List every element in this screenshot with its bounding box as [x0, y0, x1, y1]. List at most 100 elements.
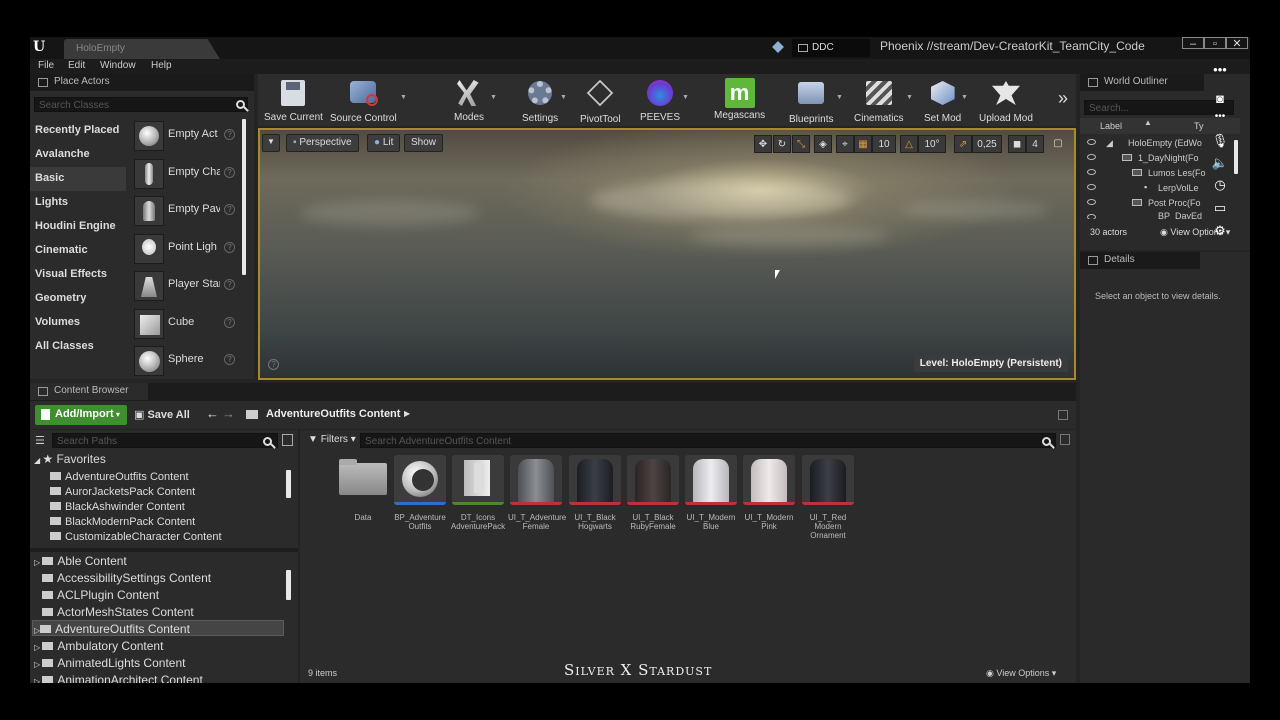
content-folder[interactable]: ▷ AnimationArchitect Content	[34, 673, 203, 683]
content-folder[interactable]: ACLPlugin Content	[42, 588, 159, 602]
chevron-down-icon[interactable]: ▼	[400, 94, 407, 101]
favorite-folder[interactable]: BlackModernPack Content	[50, 516, 195, 528]
place-actors-header[interactable]: Place Actors	[30, 74, 254, 91]
help-icon[interactable]: ?	[268, 359, 279, 370]
scale-snap-icon[interactable]: ⇗	[954, 135, 972, 153]
asset-tile-texture[interactable]: UI_T_Black Hogwarts	[569, 455, 621, 531]
speaker-icon[interactable]: 🔈	[1210, 155, 1230, 171]
help-icon[interactable]: ?	[224, 129, 235, 140]
category-visual-effects[interactable]: Visual Effects	[30, 263, 126, 287]
camera-icon[interactable]: ◙	[1210, 91, 1230, 107]
menu-file[interactable]: File	[38, 60, 54, 71]
favorite-folder[interactable]: AurorJacketsPack Content	[50, 486, 195, 498]
blueprints-button[interactable]: Blueprints	[789, 78, 833, 125]
content-folder-selected[interactable]: ▷ AdventureOutfits Content	[34, 622, 190, 636]
microphone-icon[interactable]: 🎙	[1210, 133, 1230, 149]
ddc-indicator[interactable]: DDC	[792, 39, 870, 57]
type-column-header[interactable]: Ty	[1194, 121, 1204, 131]
visibility-eye-icon[interactable]	[1087, 199, 1096, 205]
help-icon[interactable]: ?	[224, 354, 235, 365]
category-all-classes[interactable]: All Classes	[30, 335, 126, 359]
content-folder[interactable]: ▷ Able Content	[34, 554, 127, 568]
add-import-button[interactable]: Add/Import ▾	[35, 405, 127, 425]
expand-arrow-icon[interactable]: ◢	[1106, 138, 1113, 149]
sources-toggle-icon[interactable]: ☰	[35, 434, 45, 447]
source-control-icon[interactable]	[772, 41, 784, 53]
grid-snap-value[interactable]: 10	[872, 135, 896, 153]
actor-player-start[interactable]: Player Star ?	[130, 267, 240, 303]
viewport-options-button[interactable]: ▼	[262, 134, 280, 152]
content-folder[interactable]: ▷ AnimatedLights Content	[34, 656, 185, 670]
category-lights[interactable]: Lights	[30, 191, 126, 215]
upload-mod-button[interactable]: Upload Mod	[979, 78, 1033, 124]
visibility-eye-icon[interactable]	[1087, 184, 1096, 190]
save-all-button[interactable]: ▣ Save All	[134, 408, 190, 421]
maximize-viewport-icon[interactable]: ▢	[1050, 135, 1066, 153]
favorite-folder[interactable]: BlackAshwinder Content	[50, 501, 185, 513]
cinematics-button[interactable]: Cinematics	[854, 78, 903, 124]
visibility-eye-icon[interactable]	[1087, 139, 1096, 145]
category-basic[interactable]: Basic	[30, 167, 126, 191]
camera-speed-value[interactable]: 4	[1026, 135, 1044, 153]
asset-tile-datatable[interactable]: DT_Icons AdventurePack	[451, 455, 505, 531]
chevron-down-icon[interactable]: ▼	[906, 94, 913, 101]
world-local-icon[interactable]: ◈	[814, 135, 832, 153]
asset-tile-texture[interactable]: UI_T_Black RubyFemale	[627, 455, 679, 531]
actor-empty-pawn[interactable]: Empty Pav ?	[130, 192, 240, 228]
content-folder[interactable]: ActorMeshStates Content	[42, 605, 194, 619]
timer-icon[interactable]: ◷	[1210, 177, 1230, 193]
actor-empty-actor[interactable]: Empty Act ?	[130, 117, 240, 153]
save-search-icon[interactable]	[1060, 434, 1070, 445]
close-icon[interactable]: ✕	[1226, 37, 1248, 50]
chevron-down-icon[interactable]: ▼	[560, 94, 567, 101]
level-tab[interactable]: HoloEmpty	[64, 39, 220, 59]
modes-button[interactable]: Modes	[454, 78, 484, 123]
peeves-button[interactable]: PEEVES	[640, 78, 680, 123]
category-houdini-engine[interactable]: Houdini Engine	[30, 215, 126, 239]
asset-tile-texture[interactable]: UI_T_Modern Blue	[685, 455, 737, 531]
gear-icon[interactable]: ⚙	[1210, 223, 1230, 239]
help-icon[interactable]: ?	[224, 317, 235, 328]
outliner-scrollbar[interactable]	[1234, 140, 1238, 174]
window-icon[interactable]: ▭	[1210, 200, 1230, 216]
favorite-folder[interactable]: AdventureOutfits Content	[50, 471, 189, 483]
filter-menu-icon[interactable]	[282, 434, 293, 446]
category-avalanche[interactable]: Avalanche	[30, 143, 126, 167]
lit-button[interactable]: ● Lit	[367, 134, 401, 152]
asset-tile-folder[interactable]: Data	[337, 455, 389, 522]
rotation-snap-value[interactable]: 10°	[918, 135, 946, 153]
category-cinematic[interactable]: Cinematic	[30, 239, 126, 263]
actor-point-light[interactable]: Point Ligh ?	[130, 230, 240, 266]
lock-icon[interactable]	[1058, 410, 1068, 420]
help-icon[interactable]: ?	[224, 242, 235, 253]
settings-button[interactable]: Settings	[522, 78, 558, 124]
search-paths-input[interactable]: Search Paths	[52, 433, 278, 448]
actors-scrollbar[interactable]	[242, 119, 246, 275]
help-icon[interactable]: ?	[224, 279, 235, 290]
show-button[interactable]: Show	[404, 134, 444, 152]
save-current-button[interactable]: Save Current	[264, 78, 323, 123]
category-geometry[interactable]: Geometry	[30, 287, 126, 311]
menu-help[interactable]: Help	[151, 60, 172, 71]
content-folder[interactable]: AccessibilitySettings Content	[42, 571, 211, 585]
scale-icon[interactable]: ⤡	[792, 135, 810, 153]
help-icon[interactable]: ?	[224, 204, 235, 215]
dots-icon[interactable]: •••	[1210, 62, 1230, 78]
search-classes-input[interactable]: Search Classes	[34, 97, 248, 112]
actor-sphere[interactable]: Sphere ?	[130, 342, 240, 378]
chevron-down-icon[interactable]: ▼	[961, 94, 968, 101]
visibility-eye-icon[interactable]	[1087, 169, 1096, 175]
chevron-down-icon[interactable]: ▼	[682, 94, 689, 101]
actor-cube[interactable]: Cube ?	[130, 305, 240, 341]
pivot-tool-button[interactable]: PivotTool	[580, 78, 621, 125]
breadcrumb-arrow-icon[interactable]: ▶	[404, 409, 410, 418]
surface-snap-icon[interactable]: ⌖	[836, 135, 854, 153]
megascans-button[interactable]: m Megascans	[714, 78, 765, 121]
camera-speed-icon[interactable]: ◼	[1008, 135, 1026, 153]
category-recently-placed[interactable]: Recently Placed	[30, 119, 126, 143]
menu-window[interactable]: Window	[100, 60, 136, 71]
perspective-button[interactable]: ▪ Perspective	[286, 134, 359, 152]
translate-icon[interactable]: ✥	[754, 135, 772, 153]
help-icon[interactable]: ?	[224, 167, 235, 178]
search-content-input[interactable]: Search AdventureOutfits Content	[360, 433, 1056, 448]
